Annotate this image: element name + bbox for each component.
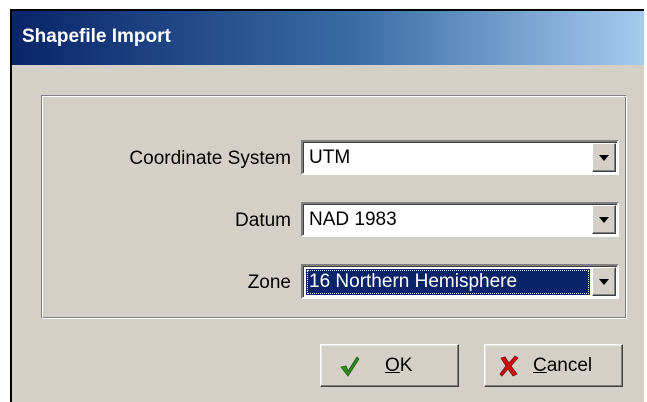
datum-value: NAD 1983	[309, 209, 397, 230]
zone-label: Zone	[247, 272, 291, 293]
chevron-down-icon	[599, 279, 609, 285]
checkmark-shape	[340, 356, 360, 377]
zone-select[interactable]: 16 Northern Hemisphere	[301, 264, 619, 299]
coordinate-system-dropdown-button[interactable]	[592, 143, 616, 172]
zone-value: 16 Northern Hemisphere	[306, 269, 590, 295]
chevron-down-icon	[599, 155, 609, 161]
coordinate-system-select[interactable]: UTM	[301, 140, 619, 175]
x-shape	[499, 355, 519, 377]
checkmark-icon	[340, 356, 360, 377]
datum-select[interactable]: NAD 1983	[301, 202, 619, 237]
datum-label: Datum	[235, 210, 291, 231]
x-icon	[499, 355, 519, 377]
dialog-title: Shapefile Import	[22, 26, 171, 47]
datum-dropdown-button[interactable]	[592, 205, 616, 234]
settings-group: Coordinate System UTM Datum NAD 1983 Zon…	[41, 95, 627, 319]
coordinate-system-value: UTM	[309, 147, 351, 168]
zone-dropdown-button[interactable]	[592, 267, 616, 296]
shapefile-import-dialog: Shapefile Import Coordinate System UTM D…	[10, 9, 644, 402]
title-bar[interactable]: Shapefile Import	[12, 11, 644, 65]
ok-button[interactable]: OK	[320, 344, 459, 387]
coordinate-system-label: Coordinate System	[129, 148, 291, 169]
chevron-down-icon	[599, 217, 609, 223]
cancel-button-label: Cancel	[533, 355, 593, 376]
ok-button-label: OK	[385, 355, 413, 376]
cancel-button[interactable]: Cancel	[484, 344, 623, 387]
